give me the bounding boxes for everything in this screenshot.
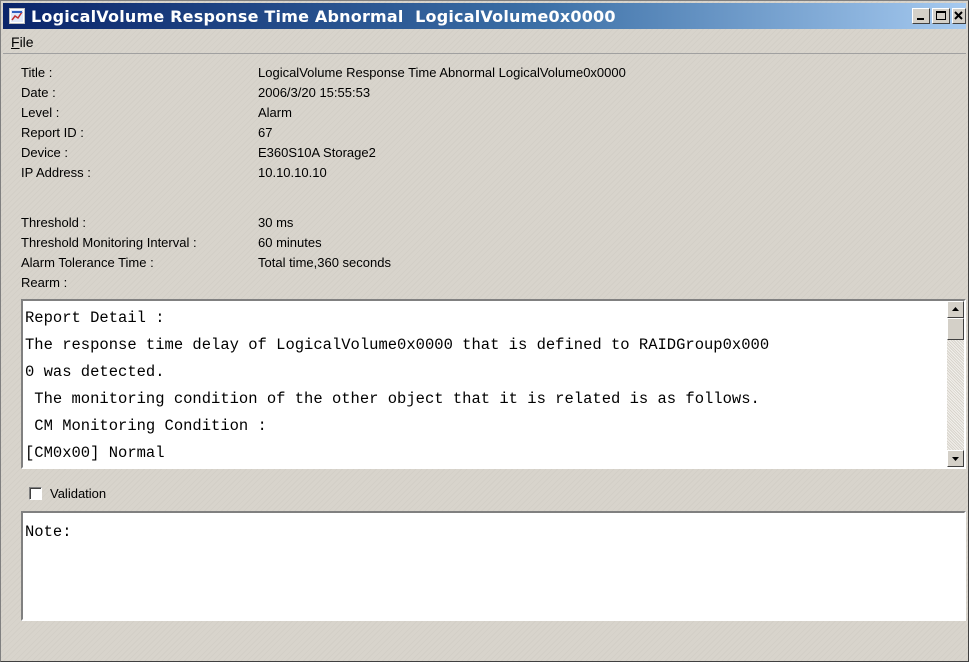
report-detail-textarea[interactable]: Report Detail : The response time delay o… xyxy=(21,299,966,469)
detail-line: 0 was detected. xyxy=(25,363,165,381)
title-label: Title : xyxy=(21,65,53,80)
report-id-label: Report ID : xyxy=(21,125,84,140)
report-window: LogicalVolume Response Time Abnormal Log… xyxy=(0,0,969,662)
device-value: E360S10A Storage2 xyxy=(258,145,376,160)
report-id-value: 67 xyxy=(258,125,273,140)
threshold-value: 30 ms xyxy=(258,215,294,230)
date-label: Date : xyxy=(21,85,56,100)
alarm-tolerance-label: Alarm Tolerance Time : xyxy=(21,255,154,270)
minimize-button[interactable] xyxy=(912,8,930,24)
monitoring-interval-value: 60 minutes xyxy=(258,235,322,250)
title-value: LogicalVolume Response Time Abnormal Log… xyxy=(258,65,626,80)
report-app-icon xyxy=(9,8,25,24)
detail-line: The monitoring condition of the other ob… xyxy=(25,390,760,408)
scroll-thumb[interactable] xyxy=(947,318,964,340)
vertical-scrollbar[interactable] xyxy=(947,301,964,467)
monitoring-interval-label: Threshold Monitoring Interval : xyxy=(21,235,197,250)
detail-line: The response time delay of LogicalVolume… xyxy=(25,336,770,354)
alarm-tolerance-value: Total time,360 seconds xyxy=(258,255,391,270)
device-label: Device : xyxy=(21,145,68,160)
maximize-button[interactable] xyxy=(932,8,950,24)
level-label: Level : xyxy=(21,105,60,120)
detail-line: [CM0x00] Normal xyxy=(25,444,165,462)
scroll-down-button[interactable] xyxy=(947,450,964,467)
menu-file[interactable]: File xyxy=(11,34,34,50)
note-text: Note: xyxy=(25,523,72,541)
menu-bar: File xyxy=(3,31,966,54)
close-button[interactable] xyxy=(952,8,966,24)
validation-label[interactable]: Validation xyxy=(50,486,106,501)
ip-address-value: 10.10.10.10 xyxy=(258,165,327,180)
validation-checkbox[interactable] xyxy=(29,486,42,500)
threshold-label: Threshold : xyxy=(21,215,87,230)
validation-checkbox-row[interactable]: Validation xyxy=(29,484,106,502)
date-value: 2006/3/20 15:55:53 xyxy=(258,85,371,100)
note-textarea[interactable]: Note: xyxy=(21,511,966,621)
detail-line: CM Monitoring Condition : xyxy=(25,417,267,435)
report-detail-text: Report Detail : The response time delay o… xyxy=(25,305,944,467)
level-value: Alarm xyxy=(258,105,292,120)
scroll-up-button[interactable] xyxy=(947,301,964,318)
ip-address-label: IP Address : xyxy=(21,165,91,180)
title-bar[interactable]: LogicalVolume Response Time Abnormal Log… xyxy=(3,3,966,29)
detail-line: Report Detail : xyxy=(25,309,165,327)
rearm-label: Rearm : xyxy=(21,275,68,290)
window-title: LogicalVolume Response Time Abnormal Log… xyxy=(31,6,616,26)
